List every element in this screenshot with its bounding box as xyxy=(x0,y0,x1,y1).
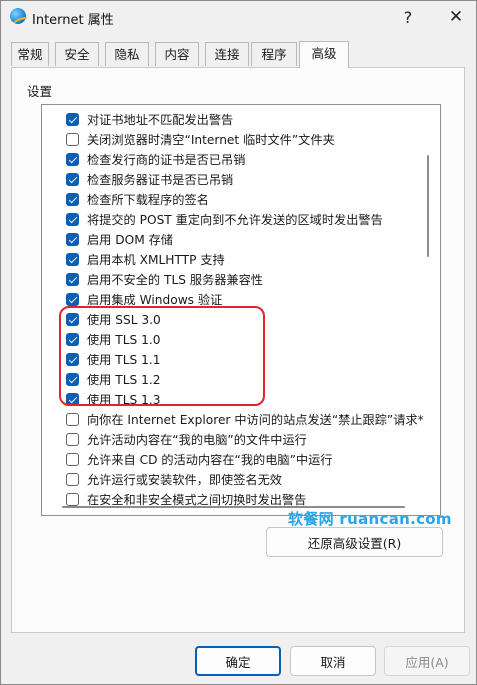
apply-button[interactable]: 应用(A) xyxy=(384,646,470,676)
setting-label: 启用集成 Windows 验证 xyxy=(87,293,223,307)
checkbox[interactable] xyxy=(66,112,79,126)
setting-label: 对证书地址不匹配发出警告 xyxy=(87,113,234,127)
setting-item[interactable]: 对证书地址不匹配发出警告 xyxy=(66,109,233,129)
site-watermark: 软餐网 ruancan.com xyxy=(288,510,452,528)
checkbox[interactable] xyxy=(66,432,79,446)
setting-item[interactable]: 检查服务器证书是否已吊销 xyxy=(66,169,233,189)
checkbox[interactable] xyxy=(66,172,79,186)
setting-item[interactable]: 使用 TLS 1.2 xyxy=(66,369,160,389)
checkbox[interactable] xyxy=(66,412,79,426)
checkbox[interactable] xyxy=(66,292,79,306)
checkbox[interactable] xyxy=(66,252,79,266)
setting-item[interactable]: 检查发行商的证书是否已吊销 xyxy=(66,149,245,169)
setting-label: 检查服务器证书是否已吊销 xyxy=(87,173,234,187)
setting-item[interactable]: 将提交的 POST 重定向到不允许发送的区域时发出警告 xyxy=(66,209,383,229)
setting-label: 使用 TLS 1.2 xyxy=(87,373,161,387)
help-button[interactable]: ? xyxy=(391,4,425,30)
tab-general[interactable]: 常规 xyxy=(11,42,49,66)
setting-item[interactable]: 启用本机 XMLHTTP 支持 xyxy=(66,249,225,269)
settings-group-label: 设置 xyxy=(27,84,53,99)
setting-item[interactable]: 启用不安全的 TLS 服务器兼容性 xyxy=(66,269,263,289)
checkbox[interactable] xyxy=(66,152,79,166)
setting-item[interactable]: 允许运行或安装软件，即使签名无效 xyxy=(66,469,282,489)
setting-item[interactable]: 检查所下载程序的签名 xyxy=(66,189,209,209)
tab-programs[interactable]: 程序 xyxy=(251,42,297,66)
internet-globe-icon xyxy=(10,8,26,24)
setting-label: 使用 SSL 3.0 xyxy=(87,313,161,327)
cancel-button[interactable]: 取消 xyxy=(290,646,376,676)
close-button[interactable]: ✕ xyxy=(439,4,473,30)
setting-item[interactable]: 使用 TLS 1.0 xyxy=(66,329,160,349)
tab-security[interactable]: 安全 xyxy=(55,42,99,66)
tab-connections[interactable]: 连接 xyxy=(205,42,249,66)
vertical-scrollbar[interactable] xyxy=(427,155,429,257)
internet-properties-dialog: Internet 属性 ? ✕ 常规 安全 隐私 内容 连接 程序 高级 设置 … xyxy=(0,0,477,685)
checkbox[interactable] xyxy=(66,492,79,506)
setting-item[interactable]: 使用 SSL 3.0 xyxy=(66,309,161,329)
tab-privacy[interactable]: 隐私 xyxy=(105,42,149,66)
setting-item[interactable]: 关闭浏览器时清空“Internet 临时文件”文件夹 xyxy=(66,129,335,149)
setting-label: 启用 DOM 存储 xyxy=(87,233,173,247)
checkbox[interactable] xyxy=(66,392,79,406)
ok-button[interactable]: 确定 xyxy=(195,646,281,676)
checkbox[interactable] xyxy=(66,192,79,206)
setting-item[interactable]: 使用 TLS 1.3 xyxy=(66,389,160,409)
checkbox[interactable] xyxy=(66,212,79,226)
checkbox[interactable] xyxy=(66,272,79,286)
window-title: Internet 属性 xyxy=(32,13,114,28)
setting-label: 允许来自 CD 的活动内容在“我的电脑”中运行 xyxy=(87,453,333,467)
setting-label: 使用 TLS 1.0 xyxy=(87,333,161,347)
setting-item[interactable]: 使用 TLS 1.1 xyxy=(66,349,160,369)
settings-list[interactable]: 对证书地址不匹配发出警告 关闭浏览器时清空“Internet 临时文件”文件夹 … xyxy=(41,104,441,516)
checkbox[interactable] xyxy=(66,312,79,326)
setting-label: 启用不安全的 TLS 服务器兼容性 xyxy=(87,273,263,287)
checkbox[interactable] xyxy=(66,472,79,486)
setting-item[interactable]: 允许来自 CD 的活动内容在“我的电脑”中运行 xyxy=(66,449,332,469)
restore-advanced-settings-button[interactable]: 还原高级设置(R) xyxy=(266,527,443,557)
setting-label: 将提交的 POST 重定向到不允许发送的区域时发出警告 xyxy=(87,213,383,227)
setting-label: 允许活动内容在“我的电脑”的文件中运行 xyxy=(87,433,307,447)
setting-label: 关闭浏览器时清空“Internet 临时文件”文件夹 xyxy=(87,133,335,147)
setting-label: 使用 TLS 1.1 xyxy=(87,353,161,367)
setting-label: 向你在 Internet Explorer 中访问的站点发送“禁止跟踪”请求* xyxy=(87,413,424,427)
setting-label: 允许运行或安装软件，即使签名无效 xyxy=(87,473,282,487)
checkbox[interactable] xyxy=(66,452,79,466)
setting-item[interactable]: 启用 DOM 存储 xyxy=(66,229,173,249)
tab-content[interactable]: 内容 xyxy=(155,42,199,66)
setting-label: 启用本机 XMLHTTP 支持 xyxy=(87,253,225,267)
setting-label: 检查发行商的证书是否已吊销 xyxy=(87,153,246,167)
setting-label: 检查所下载程序的签名 xyxy=(87,193,209,207)
setting-item[interactable]: 启用集成 Windows 验证 xyxy=(66,289,222,309)
tab-advanced[interactable]: 高级 xyxy=(299,41,349,68)
setting-label: 使用 TLS 1.3 xyxy=(87,393,161,407)
setting-item[interactable]: 向你在 Internet Explorer 中访问的站点发送“禁止跟踪”请求* xyxy=(66,409,424,429)
checkbox[interactable] xyxy=(66,352,79,366)
title-bar: Internet 属性 ? ✕ xyxy=(1,1,476,33)
setting-item[interactable]: 允许活动内容在“我的电脑”的文件中运行 xyxy=(66,429,307,449)
checkbox[interactable] xyxy=(66,372,79,386)
checkbox[interactable] xyxy=(66,232,79,246)
checkbox[interactable] xyxy=(66,332,79,346)
checkbox[interactable] xyxy=(66,132,79,146)
